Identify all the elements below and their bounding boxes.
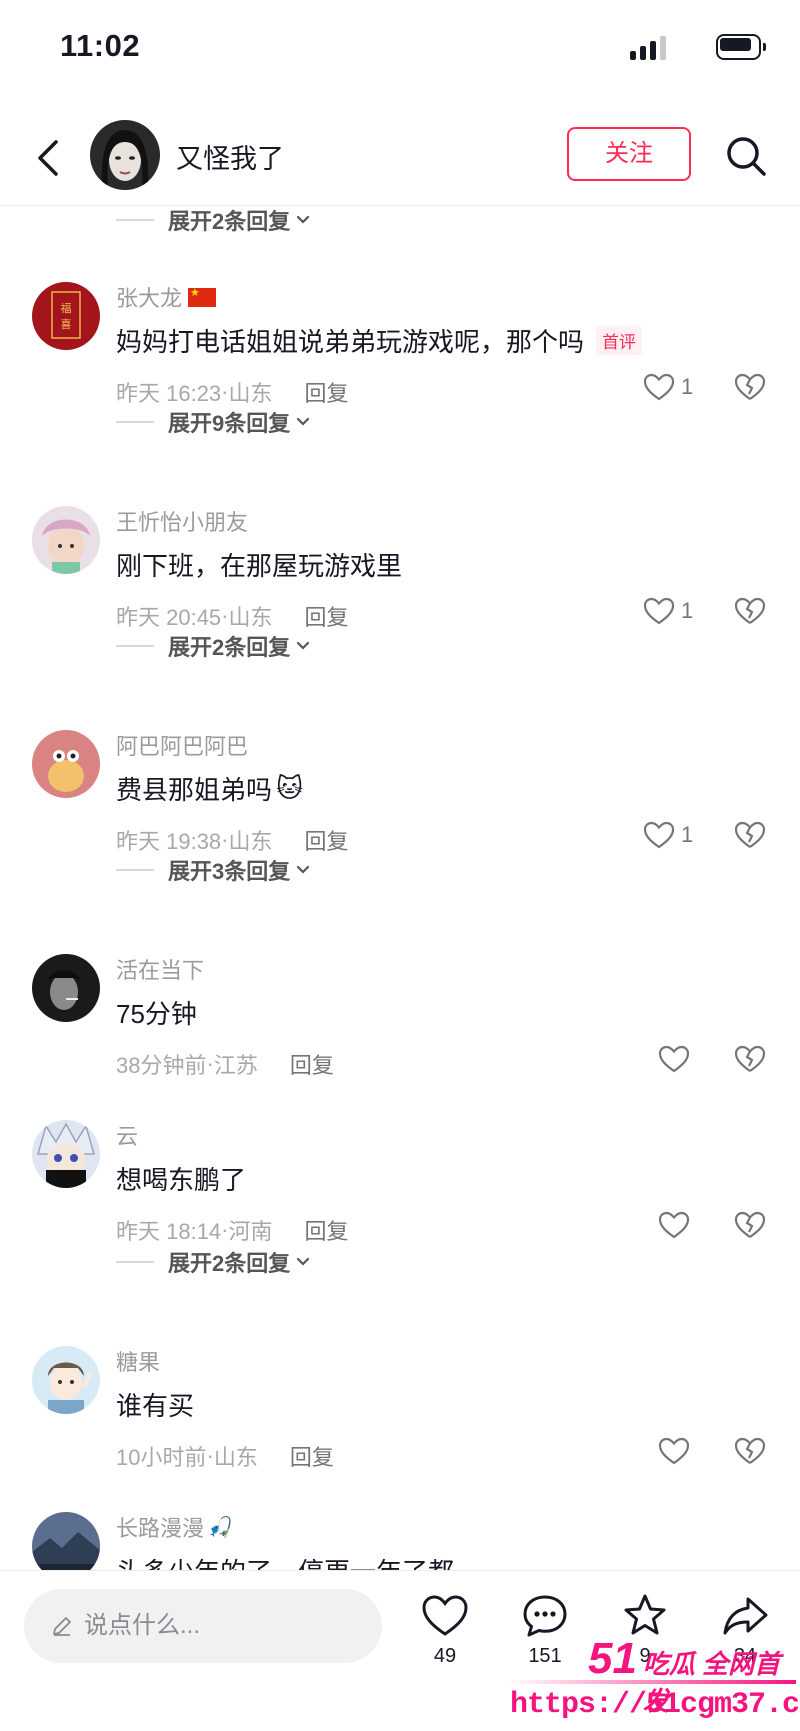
commenter-name[interactable]: 张大龙: [116, 281, 217, 313]
comment-item: 长路漫漫🎣 头多少年的了，停更一年了都: [0, 1512, 800, 1570]
reply-button[interactable]: 回复: [290, 1440, 334, 1472]
reply-button[interactable]: 回复: [290, 1048, 334, 1080]
chevron-down-icon: [297, 641, 310, 650]
commenter-avatar[interactable]: [32, 730, 100, 798]
author-avatar[interactable]: [90, 120, 160, 190]
follow-button[interactable]: 关注: [567, 127, 691, 181]
broken-heart-icon[interactable]: [734, 596, 766, 626]
svg-text:喜: 喜: [61, 318, 72, 331]
comment-list[interactable]: 展开2条回复 福喜 张大龙 妈妈打电话姐姐说弟弟玩游戏呢，那个吗首评 昨天 16…: [0, 190, 800, 1570]
pencil-icon: [53, 1617, 71, 1636]
commenter-name[interactable]: 活在当下: [116, 953, 204, 985]
cellular-signal-icon: [630, 36, 666, 60]
comment-input[interactable]: [84, 1612, 344, 1640]
commenter-name[interactable]: 长路漫漫 🎣: [116, 1511, 233, 1543]
like-button[interactable]: [658, 1436, 696, 1466]
comment-text: 谁有买: [116, 1391, 195, 1421]
broken-heart-icon[interactable]: [734, 1210, 766, 1240]
comment-meta: 38分钟前 · 江苏 回复: [116, 1048, 334, 1080]
comment-item: 糖果 谁有买 10小时前 · 山东 回复: [0, 1346, 800, 1516]
comment-text: 费县那姐弟吗 🐱: [116, 773, 304, 805]
back-arrow-icon[interactable]: [32, 136, 68, 180]
comment-text: 75分钟: [116, 999, 197, 1029]
heart-icon: [658, 1211, 690, 1239]
first-comment-badge: 首评: [596, 326, 643, 355]
commenter-name[interactable]: 糖果: [116, 1345, 160, 1377]
watermark: 51吃瓜 全网首发 https://51cgm37.com: [498, 1628, 800, 1731]
like-button[interactable]: 1: [643, 372, 693, 402]
like-button[interactable]: 1: [643, 820, 693, 850]
chevron-down-icon: [297, 215, 310, 224]
commenter-name[interactable]: 云: [116, 1119, 138, 1151]
comment-text: 刚下班，在那屋玩游戏里: [116, 551, 403, 581]
heart-icon: [643, 373, 675, 401]
comment-text: 想喝东鹏了: [116, 1165, 247, 1195]
like-button[interactable]: 1: [643, 596, 693, 626]
chevron-down-icon: [297, 1257, 310, 1266]
watermark-stripe: [506, 1680, 796, 1684]
comment-item: 活在当下 75分钟 38分钟前 · 江苏 回复: [0, 954, 800, 1124]
expand-replies-button[interactable]: 展开3条回复: [116, 850, 312, 890]
comment-meta: 10小时前 · 山东 回复: [116, 1440, 334, 1472]
like-action-button[interactable]: 49: [410, 1591, 480, 1668]
like-button[interactable]: [658, 1044, 696, 1074]
heart-icon: [658, 1437, 690, 1465]
expand-replies-button[interactable]: 展开2条回复: [116, 626, 312, 666]
commenter-avatar[interactable]: [32, 506, 100, 574]
heart-icon: [422, 1595, 468, 1636]
comment-input-box[interactable]: [24, 1589, 382, 1663]
status-time: 11:02: [60, 28, 141, 63]
commenter-avatar[interactable]: [32, 954, 100, 1022]
commenter-avatar[interactable]: [32, 1512, 100, 1570]
expand-replies-button[interactable]: 展开9条回复: [116, 402, 312, 442]
cat-emoji-icon: 🐱: [276, 773, 304, 803]
svg-text:福: 福: [61, 301, 72, 315]
search-icon[interactable]: [724, 134, 768, 178]
comment-text: 妈妈打电话姐姐说弟弟玩游戏呢，那个吗 首评: [116, 322, 643, 359]
commenter-name[interactable]: 阿巴阿巴阿巴: [116, 729, 248, 761]
heart-icon: [658, 1045, 690, 1073]
chevron-down-icon: [297, 417, 310, 426]
top-navigation-bar: 又怪我了 关注: [0, 110, 800, 206]
broken-heart-icon[interactable]: [734, 820, 766, 850]
broken-heart-icon[interactable]: [734, 372, 766, 402]
battery-icon: [716, 34, 766, 60]
comment-text: 头多少年的了，停更一年了都: [116, 1552, 454, 1570]
like-button[interactable]: [658, 1210, 696, 1240]
watermark-url: https://51cgm37.com: [510, 1688, 800, 1722]
status-bar: 11:02: [0, 0, 800, 96]
chevron-down-icon: [297, 865, 310, 874]
heart-icon: [643, 597, 675, 625]
broken-heart-icon[interactable]: [734, 1044, 766, 1074]
commenter-avatar[interactable]: [32, 1346, 100, 1414]
broken-heart-icon[interactable]: [734, 1436, 766, 1466]
author-name[interactable]: 又怪我了: [176, 137, 284, 176]
expand-replies-button[interactable]: 展开2条回复: [116, 200, 312, 240]
fishing-emoji-icon: 🎣: [208, 1516, 233, 1539]
commenter-name[interactable]: 王忻怡小朋友: [116, 505, 248, 537]
commenter-avatar[interactable]: [32, 1120, 100, 1188]
heart-icon: [643, 821, 675, 849]
commenter-avatar[interactable]: 福喜: [32, 282, 100, 350]
china-flag-icon: [188, 286, 217, 307]
expand-replies-button[interactable]: 展开2条回复: [116, 1242, 312, 1282]
